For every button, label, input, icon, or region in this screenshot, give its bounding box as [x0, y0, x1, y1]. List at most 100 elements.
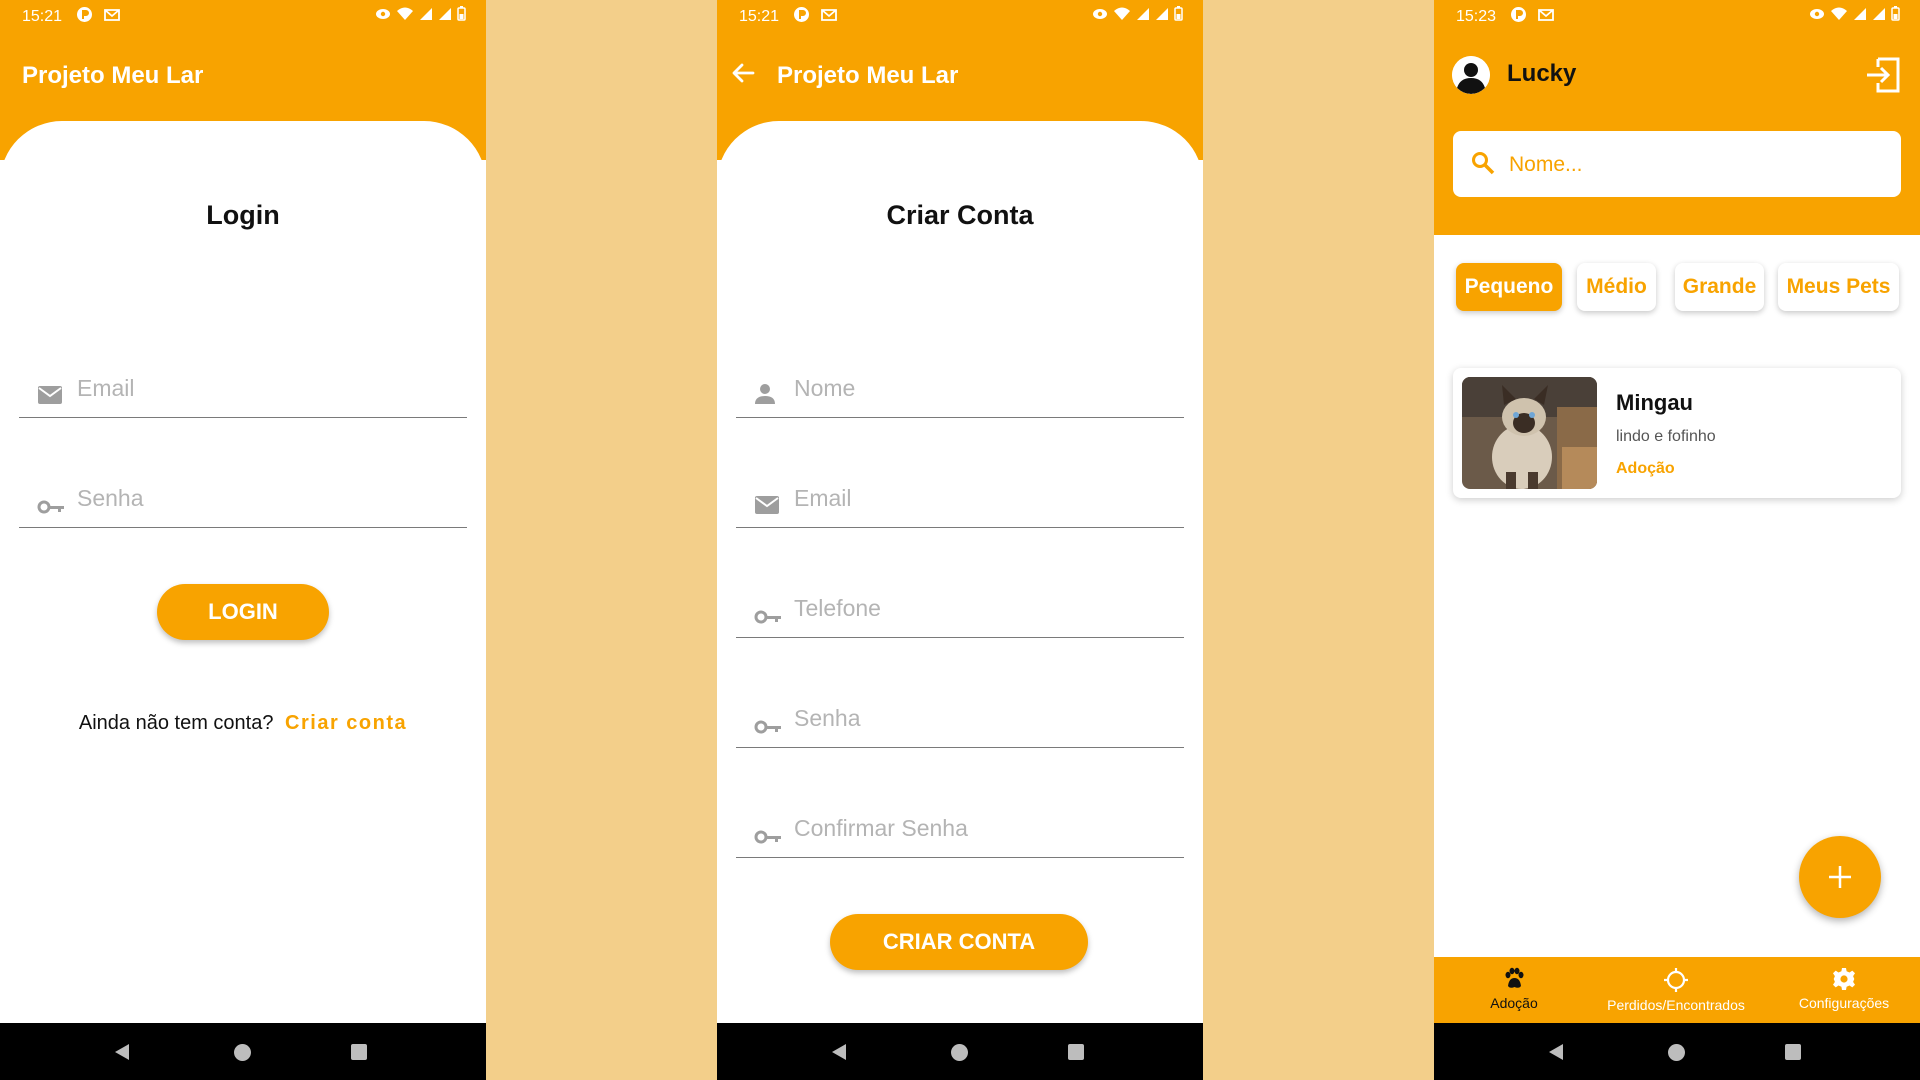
nav-back-icon[interactable]	[114, 1043, 130, 1061]
search-input[interactable]	[1507, 145, 1891, 185]
login-heading: Login	[206, 200, 280, 230]
wifi-icon	[1114, 7, 1130, 20]
mail-icon	[1538, 9, 1554, 21]
system-status-icons	[1092, 6, 1183, 21]
system-nav-bar	[717, 1023, 1203, 1080]
wifi-icon	[397, 7, 413, 20]
phone-field	[736, 567, 1184, 638]
name-input[interactable]	[792, 367, 1176, 409]
nav-back-icon[interactable]	[831, 1043, 847, 1061]
signal-icon	[1137, 7, 1149, 20]
system-status-icons	[375, 6, 466, 21]
status-time: 15:21	[22, 8, 63, 25]
system-status-icons	[1809, 6, 1900, 21]
bottom-navigation: Adoção Perdidos/Encontrados Configuraçõe…	[1434, 957, 1920, 1023]
app-notification-icon	[77, 7, 92, 22]
status-bar: 15:23	[1434, 0, 1920, 36]
content-sheet	[0, 121, 486, 1021]
status-bar: 15:21	[717, 0, 1203, 36]
eye-icon	[376, 8, 390, 19]
key-icon	[754, 720, 781, 734]
notification-icons	[76, 6, 121, 23]
chip-grande[interactable]: Grande	[1675, 263, 1764, 311]
register-screen: Projeto Meu Lar 15:21 Criar Conta Nome E…	[717, 0, 1203, 1080]
chip-meus-pets[interactable]: Meus Pets	[1778, 263, 1899, 311]
nav-recents-icon[interactable]	[1068, 1044, 1084, 1060]
bottom-nav-label: Perdidos/Encontrados	[1607, 997, 1745, 1013]
logout-icon[interactable]	[1864, 56, 1902, 94]
status-time: 15:21	[739, 8, 780, 25]
password-field	[19, 457, 467, 528]
arrow-back-icon[interactable]	[731, 62, 755, 84]
battery-icon	[1174, 6, 1183, 21]
nav-recents-icon[interactable]	[351, 1044, 367, 1060]
confirm-password-input[interactable]	[792, 807, 1176, 849]
email-field	[19, 347, 467, 418]
search-icon	[1472, 152, 1495, 175]
search-box	[1453, 131, 1901, 197]
pet-name: Mingau	[1616, 390, 1693, 415]
email-input[interactable]	[75, 367, 459, 409]
email-input[interactable]	[792, 477, 1176, 519]
crosshair-icon	[1664, 968, 1688, 992]
signal-icon	[1854, 7, 1866, 20]
create-account-link[interactable]: Criar conta	[285, 712, 407, 734]
signal-icon	[420, 7, 432, 20]
bottom-nav-configuracoes[interactable]: Configurações	[1784, 967, 1904, 1011]
register-heading: Criar Conta	[886, 200, 1034, 230]
wifi-icon	[1831, 7, 1847, 20]
app-title: Projeto Meu Lar	[777, 62, 959, 89]
signal-icon-2	[1156, 7, 1168, 20]
signal-icon-2	[1873, 7, 1885, 20]
battery-icon	[1891, 6, 1900, 21]
system-nav-bar	[0, 1023, 486, 1080]
nav-home-icon[interactable]	[234, 1044, 251, 1061]
nav-home-icon[interactable]	[1668, 1044, 1685, 1061]
password-input[interactable]	[792, 697, 1176, 739]
status-bar: 15:21	[0, 0, 486, 36]
bottom-nav-perdidos-encontrados[interactable]: Perdidos/Encontrados	[1594, 967, 1758, 1013]
pet-photo	[1462, 377, 1597, 489]
notification-icons	[1510, 6, 1555, 23]
password-input[interactable]	[75, 477, 459, 519]
gear-icon	[1833, 968, 1855, 990]
mail-icon	[38, 386, 62, 404]
paw-icon	[1505, 967, 1524, 988]
signup-prompt: Ainda não tem conta? Criar conta	[0, 712, 486, 735]
app-notification-icon	[794, 7, 809, 22]
phone-input[interactable]	[792, 587, 1176, 629]
login-screen: Projeto Meu Lar 15:21 Login LOGIN Ainda …	[0, 0, 486, 1080]
status-time: 15:23	[1456, 8, 1497, 25]
account-icon	[1452, 56, 1490, 94]
no-account-text: Ainda não tem conta?	[78, 712, 274, 734]
chip-medio[interactable]: Médio	[1577, 263, 1656, 311]
login-button[interactable]: LOGIN	[157, 584, 329, 640]
avatar[interactable]	[1452, 56, 1490, 94]
chip-pequeno[interactable]: Pequeno	[1456, 263, 1562, 311]
nav-recents-icon[interactable]	[1785, 1044, 1801, 1060]
user-name: Lucky	[1507, 60, 1577, 87]
pet-card[interactable]: Mingau lindo e fofinho Adoção	[1453, 368, 1901, 498]
key-icon	[754, 610, 781, 624]
add-pet-button[interactable]	[1799, 836, 1881, 918]
mail-icon	[104, 9, 120, 21]
system-nav-bar	[1434, 1023, 1920, 1080]
bottom-nav-adocao[interactable]: Adoção	[1474, 967, 1554, 1011]
person-icon	[755, 384, 775, 404]
pet-status-tag: Adoção	[1616, 460, 1675, 477]
nav-back-icon[interactable]	[1548, 1043, 1564, 1061]
create-account-button[interactable]: CRIAR CONTA	[830, 914, 1088, 970]
notification-icons	[793, 6, 838, 23]
home-screen: Lucky 15:23 Pequeno Médio Grande Meus Pe…	[1434, 0, 1920, 1080]
app-notification-icon	[1511, 7, 1526, 22]
battery-icon	[457, 6, 466, 21]
pet-description: lindo e fofinho	[1616, 428, 1716, 445]
name-field	[736, 347, 1184, 418]
eye-icon	[1810, 8, 1824, 19]
eye-icon	[1093, 8, 1107, 19]
key-icon	[37, 500, 64, 514]
plus-icon	[1829, 866, 1851, 888]
app-title: Projeto Meu Lar	[22, 62, 204, 89]
bottom-nav-label: Adoção	[1490, 995, 1538, 1011]
nav-home-icon[interactable]	[951, 1044, 968, 1061]
